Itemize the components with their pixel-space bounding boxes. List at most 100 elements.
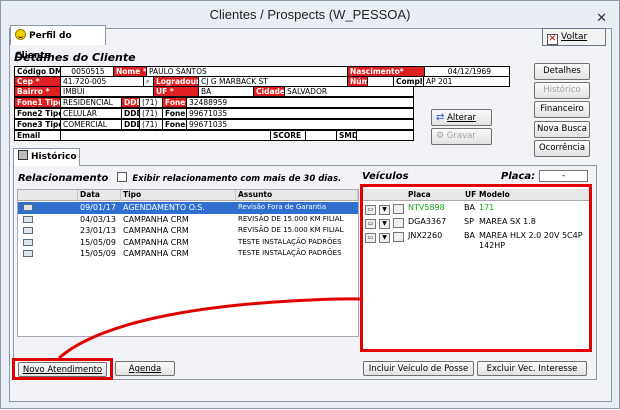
excluir-veiculo-button[interactable]: Excluir Vec. Interesse [477,361,587,376]
filter-icon[interactable]: ▼ [379,218,390,229]
uf-field[interactable]: BA [198,86,254,97]
smd-field[interactable] [356,130,414,141]
book-icon [18,150,28,160]
relacionamento-grid[interactable]: Data Tipo Assunto 09/01/17 AGENDAMENTO O.… [17,189,359,337]
historico-button[interactable]: Histórico [534,82,590,99]
window-title: Clientes / Prospects (W_PESSOA) [209,7,411,22]
novo-atendimento-button[interactable]: Novo Atendimento [18,362,107,377]
cell-assunto: REVISÃO DE 15.000 KM FILIAL [238,214,344,223]
table-row[interactable]: 04/03/13 CAMPANHA CRM REVISÃO DE 15.000 KM… [18,214,358,226]
monitor-icon[interactable]: ▭ [365,204,376,215]
cidade-field[interactable]: SALVADOR [284,86,414,97]
checkbox[interactable] [393,204,404,217]
compl-field[interactable]: AP 201 [423,76,510,87]
label-ddd2: DDD [121,108,140,119]
voltar-button[interactable]: ✕ Voltar [542,28,606,46]
cell-tipo: CAMPANHA CRM [123,237,189,247]
label-fone2: Fone2 [162,108,187,119]
label-cidade: Cidade * [253,86,285,97]
ddd2-field[interactable]: (71) [139,108,163,119]
label-email: Email [14,130,61,141]
cell-modelo: 171 [479,203,495,212]
incluir-veiculo-button[interactable]: Incluir Veículo de Posse [363,361,474,376]
fone1-field[interactable]: 32488959 [186,97,414,108]
tab-perfil-do-cliente[interactable]: Perfil do Cliente [10,25,106,61]
table-row[interactable]: 23/01/13 CAMPANHA CRM REVISÃO DE 15.000 KM… [18,225,358,237]
cell-tipo: CAMPANHA CRM [123,249,189,258]
placa-label: Placa: [501,171,536,182]
annotation-box: Novo Atendimento [12,358,113,380]
cell-assunto: REVISÃO DE 15.000 KM FILIAL [238,226,344,234]
cell-uf: SP [464,217,474,226]
relacionamento-title: Relacionamento [18,173,109,184]
ocorrencia-button[interactable]: Ocorrência [534,140,590,157]
label-fone3-tipo: Fone3 Tipo [14,119,61,130]
refresh-icon: ⇄ [436,112,445,123]
row-icon [23,238,33,249]
col-data[interactable]: Data [78,190,121,201]
vehicle-row[interactable]: ▭ ▼ DGA3367 SP MAREA SX 1.8 [363,217,589,229]
label-fone1-tipo: Fone1 Tipo* [14,97,61,108]
bairro-field[interactable]: IMBUI [60,86,154,97]
agenda-button[interactable]: Agenda [115,361,175,376]
veiculos-grid[interactable]: Placa UF Modelo ▭ ▼ NTV5898 BA 171 ▭ ▼ DGA336… [360,184,592,352]
financeiro-button[interactable]: Financeiro [534,101,590,118]
col-tipo[interactable]: Tipo [121,190,236,201]
label-score: SCORE [270,130,306,141]
label-fone2-tipo: Fone2 Tipo [14,108,61,119]
detalhes-button[interactable]: Detalhes [534,63,590,80]
checkbox[interactable] [393,232,404,245]
col-modelo[interactable]: Modelo [477,189,589,201]
mais-30-dias-checkbox[interactable] [116,172,127,182]
table-row[interactable]: 09/01/17 AGENDAMENTO O.S. Revisão Fora de … [18,202,358,214]
vehicle-row[interactable]: ▭ ▼ NTV5898 BA 171 [363,203,589,215]
col-placa[interactable]: Placa [406,189,463,201]
cell-modelo: MAREA SX 1.8 [479,217,536,226]
smiley-icon [15,29,26,40]
fone2-field[interactable]: 99671035 [186,108,414,119]
cell-assunto: TESTE INSTALAÇÃO PADRÕES [238,237,342,246]
cell-modelo: MAREA HLX 2.0 20V 5C4P [479,231,583,240]
cell-data: 23/01/13 [80,226,116,235]
vehicle-row[interactable]: ▭ ▼ JNX2260 BA MAREA HLX 2.0 20V 5C4P 142HP [363,231,589,255]
gravar-button[interactable]: ⚙ Gravar [431,128,492,145]
fone3-tipo-field[interactable]: COMERCIAL [60,119,122,130]
row-icon [23,249,33,260]
label-uf: UF * [153,86,199,97]
checkbox[interactable] [393,218,404,231]
label-bairro: Bairro * [14,86,61,97]
cell-placa: JNX2260 [408,231,443,240]
row-icon [23,226,33,237]
col-uf[interactable]: UF [463,189,477,201]
checkbox-label: Exibir relacionamento com mais de 30 dia… [132,174,342,184]
score-field[interactable] [305,130,337,141]
fone1-tipo-field[interactable]: RESIDENCIAL [60,97,122,108]
fone2-tipo-field[interactable]: CELULAR [60,108,122,119]
fone3-field[interactable]: 99671035 [186,119,414,130]
cell-tipo: CAMPANHA CRM [123,226,189,235]
cell-placa: DGA3367 [408,217,447,226]
relacionamento-header: Relacionamento Exibir relacionamento com… [18,172,341,184]
alterar-button[interactable]: ⇄ Alterar [431,109,492,126]
table-row[interactable]: 15/05/09 CAMPANHA CRM TESTE INSTALAÇÃO PAD… [18,248,358,260]
row-icon [23,215,33,226]
filter-icon[interactable]: ▼ [379,204,390,215]
col-assunto[interactable]: Assunto [236,190,358,201]
cell-data: 04/03/13 [80,214,116,224]
section-title-detalhes: Detalhes do Cliente [14,51,136,64]
placa-input[interactable]: - [539,170,588,182]
filter-icon[interactable]: ▼ [379,232,390,243]
email-field[interactable] [60,130,271,141]
nova-busca-button[interactable]: Nova Busca [534,121,590,138]
label-smd: SMD [336,130,357,141]
tab-historico[interactable]: Histórico [13,148,80,166]
table-row[interactable]: 15/05/09 CAMPANHA CRM TESTE INSTALAÇÃO PAD… [18,237,358,249]
ddd1-field[interactable]: (71) [139,97,163,108]
col-icons [363,189,406,201]
ddd3-field[interactable]: (71) [139,119,163,130]
label-fone1: Fone1 [162,97,187,108]
cell-data: 09/01/17 [80,203,116,212]
monitor-icon[interactable]: ▭ [365,218,376,229]
monitor-icon[interactable]: ▭ [365,232,376,243]
cell-assunto: Revisão Fora de Garantia [238,203,327,211]
